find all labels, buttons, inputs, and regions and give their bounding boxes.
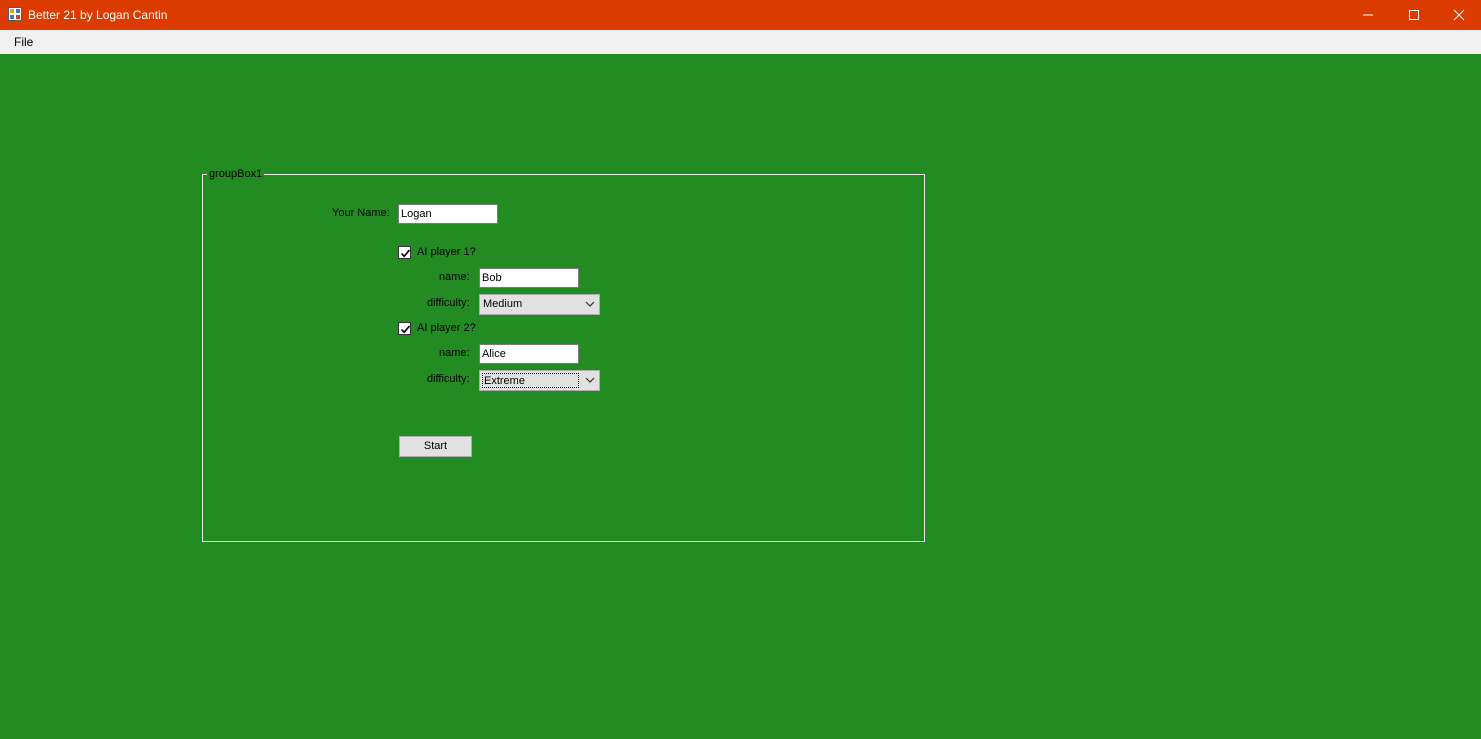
ai-player-2-name-input[interactable] bbox=[479, 344, 579, 364]
ai-player-2-difficulty-select[interactable]: Extreme bbox=[479, 370, 600, 391]
ai-player-2-name-label: name: bbox=[439, 347, 470, 359]
ai-player-1-difficulty-select[interactable]: Medium bbox=[479, 294, 600, 315]
chevron-down-icon bbox=[585, 377, 595, 383]
ai-player-2-difficulty-value: Extreme bbox=[482, 373, 579, 388]
ai-player-1-name-label: name: bbox=[439, 271, 470, 283]
title-bar[interactable]: Better 21 by Logan Cantin bbox=[0, 0, 1481, 30]
close-icon bbox=[1453, 9, 1465, 21]
menu-file[interactable]: File bbox=[8, 34, 39, 50]
ai-player-1-difficulty-label: difficulty: bbox=[427, 297, 470, 309]
start-button[interactable]: Start bbox=[399, 436, 472, 457]
ai-player-2-label[interactable]: AI player 2? bbox=[417, 322, 476, 334]
ai-player-2-checkbox[interactable] bbox=[398, 322, 411, 335]
checkmark-icon bbox=[400, 325, 411, 334]
your-name-label: Your Name: bbox=[332, 207, 390, 219]
ai-player-1-checkbox[interactable] bbox=[398, 246, 411, 259]
group-box-title: groupBox1 bbox=[207, 168, 265, 180]
ai-player-2-difficulty-label: difficulty: bbox=[427, 373, 470, 385]
close-button[interactable] bbox=[1436, 0, 1481, 30]
checkmark-icon bbox=[400, 249, 411, 258]
app-icon[interactable] bbox=[8, 7, 22, 21]
ai-player-1-label[interactable]: AI player 1? bbox=[417, 246, 476, 258]
minimize-icon bbox=[1363, 14, 1373, 16]
ai-player-1-name-input[interactable] bbox=[479, 268, 579, 288]
minimize-button[interactable] bbox=[1345, 0, 1391, 30]
maximize-button[interactable] bbox=[1391, 0, 1437, 30]
window-title: Better 21 by Logan Cantin bbox=[28, 8, 168, 22]
ai-player-1-difficulty-value: Medium bbox=[483, 298, 523, 310]
maximize-icon bbox=[1409, 10, 1419, 20]
menu-bar: File bbox=[0, 30, 1481, 54]
your-name-input[interactable] bbox=[398, 204, 498, 224]
chevron-down-icon bbox=[585, 301, 595, 307]
